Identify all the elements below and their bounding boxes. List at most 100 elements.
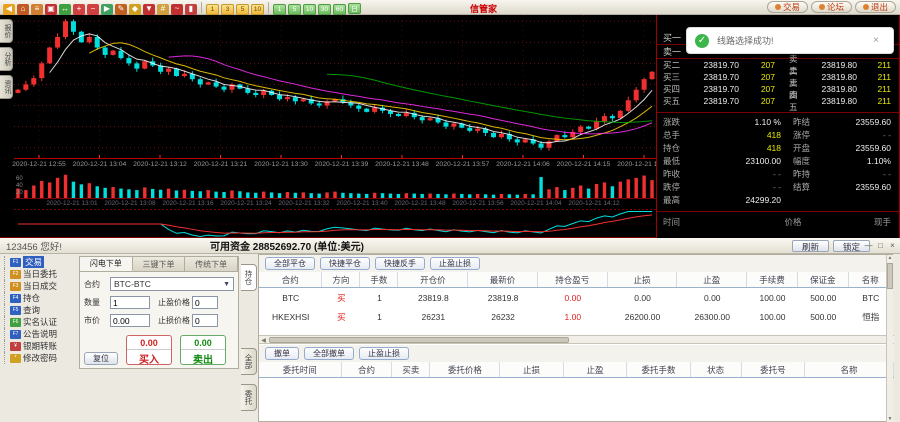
trade-button[interactable]: 交易 bbox=[767, 1, 808, 13]
reset-button[interactable]: 复位 bbox=[84, 352, 118, 365]
scrollbar-thumb[interactable] bbox=[887, 263, 893, 289]
orders-header: 委托时间合约买卖委托价格止损止盈委托手数状态委托号名称 bbox=[259, 362, 894, 378]
stat-value: 1.10% bbox=[813, 156, 899, 166]
side-tab-2[interactable]: 资讯 bbox=[0, 75, 13, 99]
tree-item-label: 当日成交 bbox=[23, 280, 57, 292]
cell: 买 bbox=[322, 307, 360, 326]
period-button[interactable]: 60 bbox=[333, 4, 346, 15]
exit-button[interactable]: 退出 bbox=[855, 1, 896, 13]
side-tab-0[interactable]: 报价 bbox=[0, 19, 13, 43]
table-icon[interactable]: # bbox=[157, 4, 169, 15]
period-buttons-yellow: 13510 bbox=[205, 0, 265, 16]
stat-row: 最低23100.00幅度1.10% bbox=[657, 154, 899, 167]
action-button-全部撤单[interactable]: 全部撤单 bbox=[304, 347, 354, 360]
refresh-icon[interactable]: ↔ bbox=[59, 4, 71, 15]
action-button-全部平仓[interactable]: 全部平仓 bbox=[265, 257, 315, 270]
marker-icon[interactable]: ▶ bbox=[101, 4, 113, 15]
order-tab-1[interactable]: 三键下单 bbox=[133, 257, 186, 271]
close-icon[interactable]: × bbox=[888, 241, 897, 250]
back-icon[interactable]: ◀ bbox=[3, 4, 15, 15]
scroll-left-icon[interactable]: ◀ bbox=[259, 336, 268, 344]
vtab-全部[interactable]: 全部 bbox=[241, 348, 257, 375]
forum-button[interactable]: 论坛 bbox=[811, 1, 852, 13]
header-cell: 止损 bbox=[500, 362, 564, 377]
indicator-chart[interactable] bbox=[14, 209, 656, 238]
table-row[interactable]: HKEXHSI买126231262321.0026200.0026300.001… bbox=[259, 307, 893, 326]
period-button[interactable]: 5 bbox=[236, 4, 249, 15]
period-button[interactable]: 日 bbox=[348, 3, 361, 14]
tree-item-当日委托[interactable]: F2当日委托 bbox=[0, 268, 77, 280]
scroll-down-icon[interactable]: ▼ bbox=[887, 416, 893, 422]
tree-item-查询[interactable]: F5查询 bbox=[0, 304, 77, 316]
stat-row: 昨收- -昨持- - bbox=[657, 167, 899, 180]
horizontal-scrollbar[interactable]: ◀ ▶ bbox=[259, 335, 894, 344]
header-cell: 合约 bbox=[259, 272, 322, 287]
zoom-in-icon[interactable]: + bbox=[73, 4, 85, 15]
stop-loss-input[interactable] bbox=[192, 314, 218, 327]
funnel-icon[interactable]: ▼ bbox=[143, 4, 155, 15]
tree-item-label: 当日委托 bbox=[23, 268, 57, 280]
order-tab-0[interactable]: 闪电下单 bbox=[80, 257, 133, 271]
minimize-icon[interactable]: — bbox=[864, 241, 873, 250]
stat-label: 昨结 bbox=[781, 116, 813, 128]
period-button[interactable]: 1 bbox=[206, 4, 219, 15]
pencil-icon[interactable]: ✎ bbox=[115, 4, 127, 15]
tick-header-cell: 现手 bbox=[849, 216, 899, 228]
action-button-止盈止损[interactable]: 止盈止损 bbox=[430, 257, 480, 270]
buy-button[interactable]: 0.00 买入 bbox=[126, 335, 172, 365]
stat-value: - - bbox=[689, 182, 781, 192]
side-tab-1[interactable]: 分析 bbox=[0, 47, 13, 71]
chart-side-tabs: 报价分析资讯 bbox=[0, 19, 14, 103]
period-button[interactable]: 10 bbox=[251, 4, 264, 15]
toast-close-icon[interactable]: × bbox=[873, 35, 893, 46]
positions-rows: BTC买123819.823819.80.000.000.00100.00500… bbox=[259, 288, 893, 326]
toolbox-icon[interactable]: ▣ bbox=[45, 4, 57, 15]
scrollbar-thumb[interactable] bbox=[269, 337, 569, 343]
tree-item-实名认证[interactable]: F6实名认证 bbox=[0, 316, 77, 328]
button-label: 论坛 bbox=[827, 1, 844, 13]
toolbar: ◀⌂≡▣↔+−▶✎◆▼#~▮ 13510 15103060日 信管家 交易论坛退… bbox=[0, 0, 900, 15]
bars-icon[interactable]: ▮ bbox=[185, 4, 197, 15]
quantity-input[interactable] bbox=[110, 296, 150, 309]
action-button-快捷平仓[interactable]: 快捷平仓 bbox=[320, 257, 370, 270]
maximize-icon[interactable]: □ bbox=[876, 241, 885, 250]
candlestick-chart[interactable] bbox=[14, 15, 656, 160]
tree-item-label: 修改密码 bbox=[23, 352, 57, 364]
take-profit-input[interactable] bbox=[192, 296, 218, 309]
tree-item-当日成交[interactable]: F3当日成交 bbox=[0, 280, 77, 292]
tree-item-银期转账[interactable]: ¥银期转账 bbox=[0, 340, 77, 352]
period-button[interactable]: 3 bbox=[221, 4, 234, 15]
scroll-up-icon[interactable]: ▲ bbox=[887, 255, 893, 262]
tree-item-持仓[interactable]: F4持仓 bbox=[0, 292, 77, 304]
table-row[interactable]: BTC买123819.823819.80.000.000.00100.00500… bbox=[259, 288, 893, 307]
tree-item-修改密码[interactable]: *修改密码 bbox=[0, 352, 77, 364]
vertical-scrollbar[interactable]: ▲ ▼ bbox=[886, 255, 893, 422]
period-button[interactable]: 1 bbox=[273, 4, 286, 15]
order-tab-2[interactable]: 传统下单 bbox=[185, 257, 238, 271]
period-button[interactable]: 30 bbox=[318, 4, 331, 15]
tree-item-交易[interactable]: F1交易 bbox=[0, 256, 77, 268]
cell: 0.00 bbox=[608, 288, 678, 307]
book-level-row[interactable]: 买五23819.70207卖五23819.80211 bbox=[657, 95, 899, 107]
action-button-止盈止损[interactable]: 止盈止损 bbox=[359, 347, 409, 360]
library-icon[interactable]: ≡ bbox=[31, 4, 43, 15]
contract-select[interactable]: BTC-BTC ▼ bbox=[110, 277, 234, 291]
action-button-撤单[interactable]: 撤单 bbox=[265, 347, 299, 360]
period-button[interactable]: 10 bbox=[303, 4, 316, 15]
zoom-out-icon[interactable]: − bbox=[87, 4, 99, 15]
chart-zone[interactable]: 2020-12-21 12:552020-12-21 13:042020-12-… bbox=[14, 15, 656, 238]
statusbar-button[interactable]: 刷新 bbox=[792, 240, 829, 252]
tree-item-公告说明[interactable]: F7公告说明 bbox=[0, 328, 77, 340]
ask-price: 23819.80 bbox=[799, 96, 857, 106]
bid-label: 买二 bbox=[657, 59, 681, 71]
price-input[interactable] bbox=[110, 314, 150, 327]
home-icon[interactable]: ⌂ bbox=[17, 4, 29, 15]
action-button-快捷反手[interactable]: 快捷反手 bbox=[375, 257, 425, 270]
paint-icon[interactable]: ◆ bbox=[129, 4, 141, 15]
vtab-持仓[interactable]: 持仓 bbox=[241, 264, 257, 291]
volume-chart[interactable]: 604020 bbox=[14, 173, 656, 199]
trend-icon[interactable]: ~ bbox=[171, 4, 183, 15]
vtab-委托[interactable]: 委托 bbox=[241, 384, 257, 411]
sell-button[interactable]: 0.00 卖出 bbox=[180, 335, 226, 365]
period-button[interactable]: 5 bbox=[288, 4, 301, 15]
